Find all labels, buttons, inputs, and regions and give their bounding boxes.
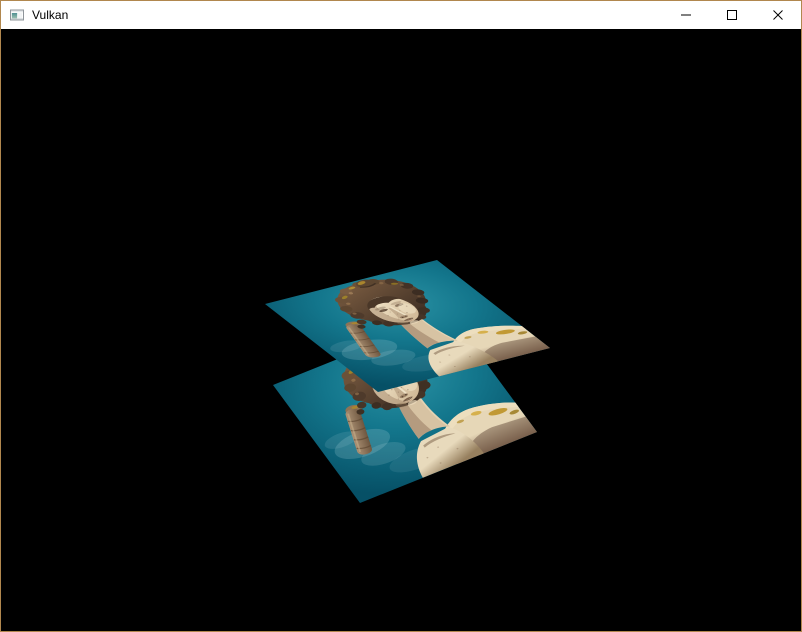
minimize-button[interactable] — [663, 1, 709, 29]
close-button[interactable] — [755, 1, 801, 29]
window-title: Vulkan — [32, 1, 68, 29]
vulkan-viewport — [1, 29, 801, 631]
minimize-icon — [681, 10, 691, 20]
titlebar[interactable]: Vulkan — [1, 1, 801, 29]
render-canvas — [1, 29, 801, 631]
maximize-icon — [727, 10, 737, 20]
window-controls — [663, 1, 801, 29]
app-window-icon — [9, 7, 25, 23]
maximize-button[interactable] — [709, 1, 755, 29]
vulkan-window: Vulkan — [0, 0, 802, 632]
close-icon — [773, 10, 783, 20]
